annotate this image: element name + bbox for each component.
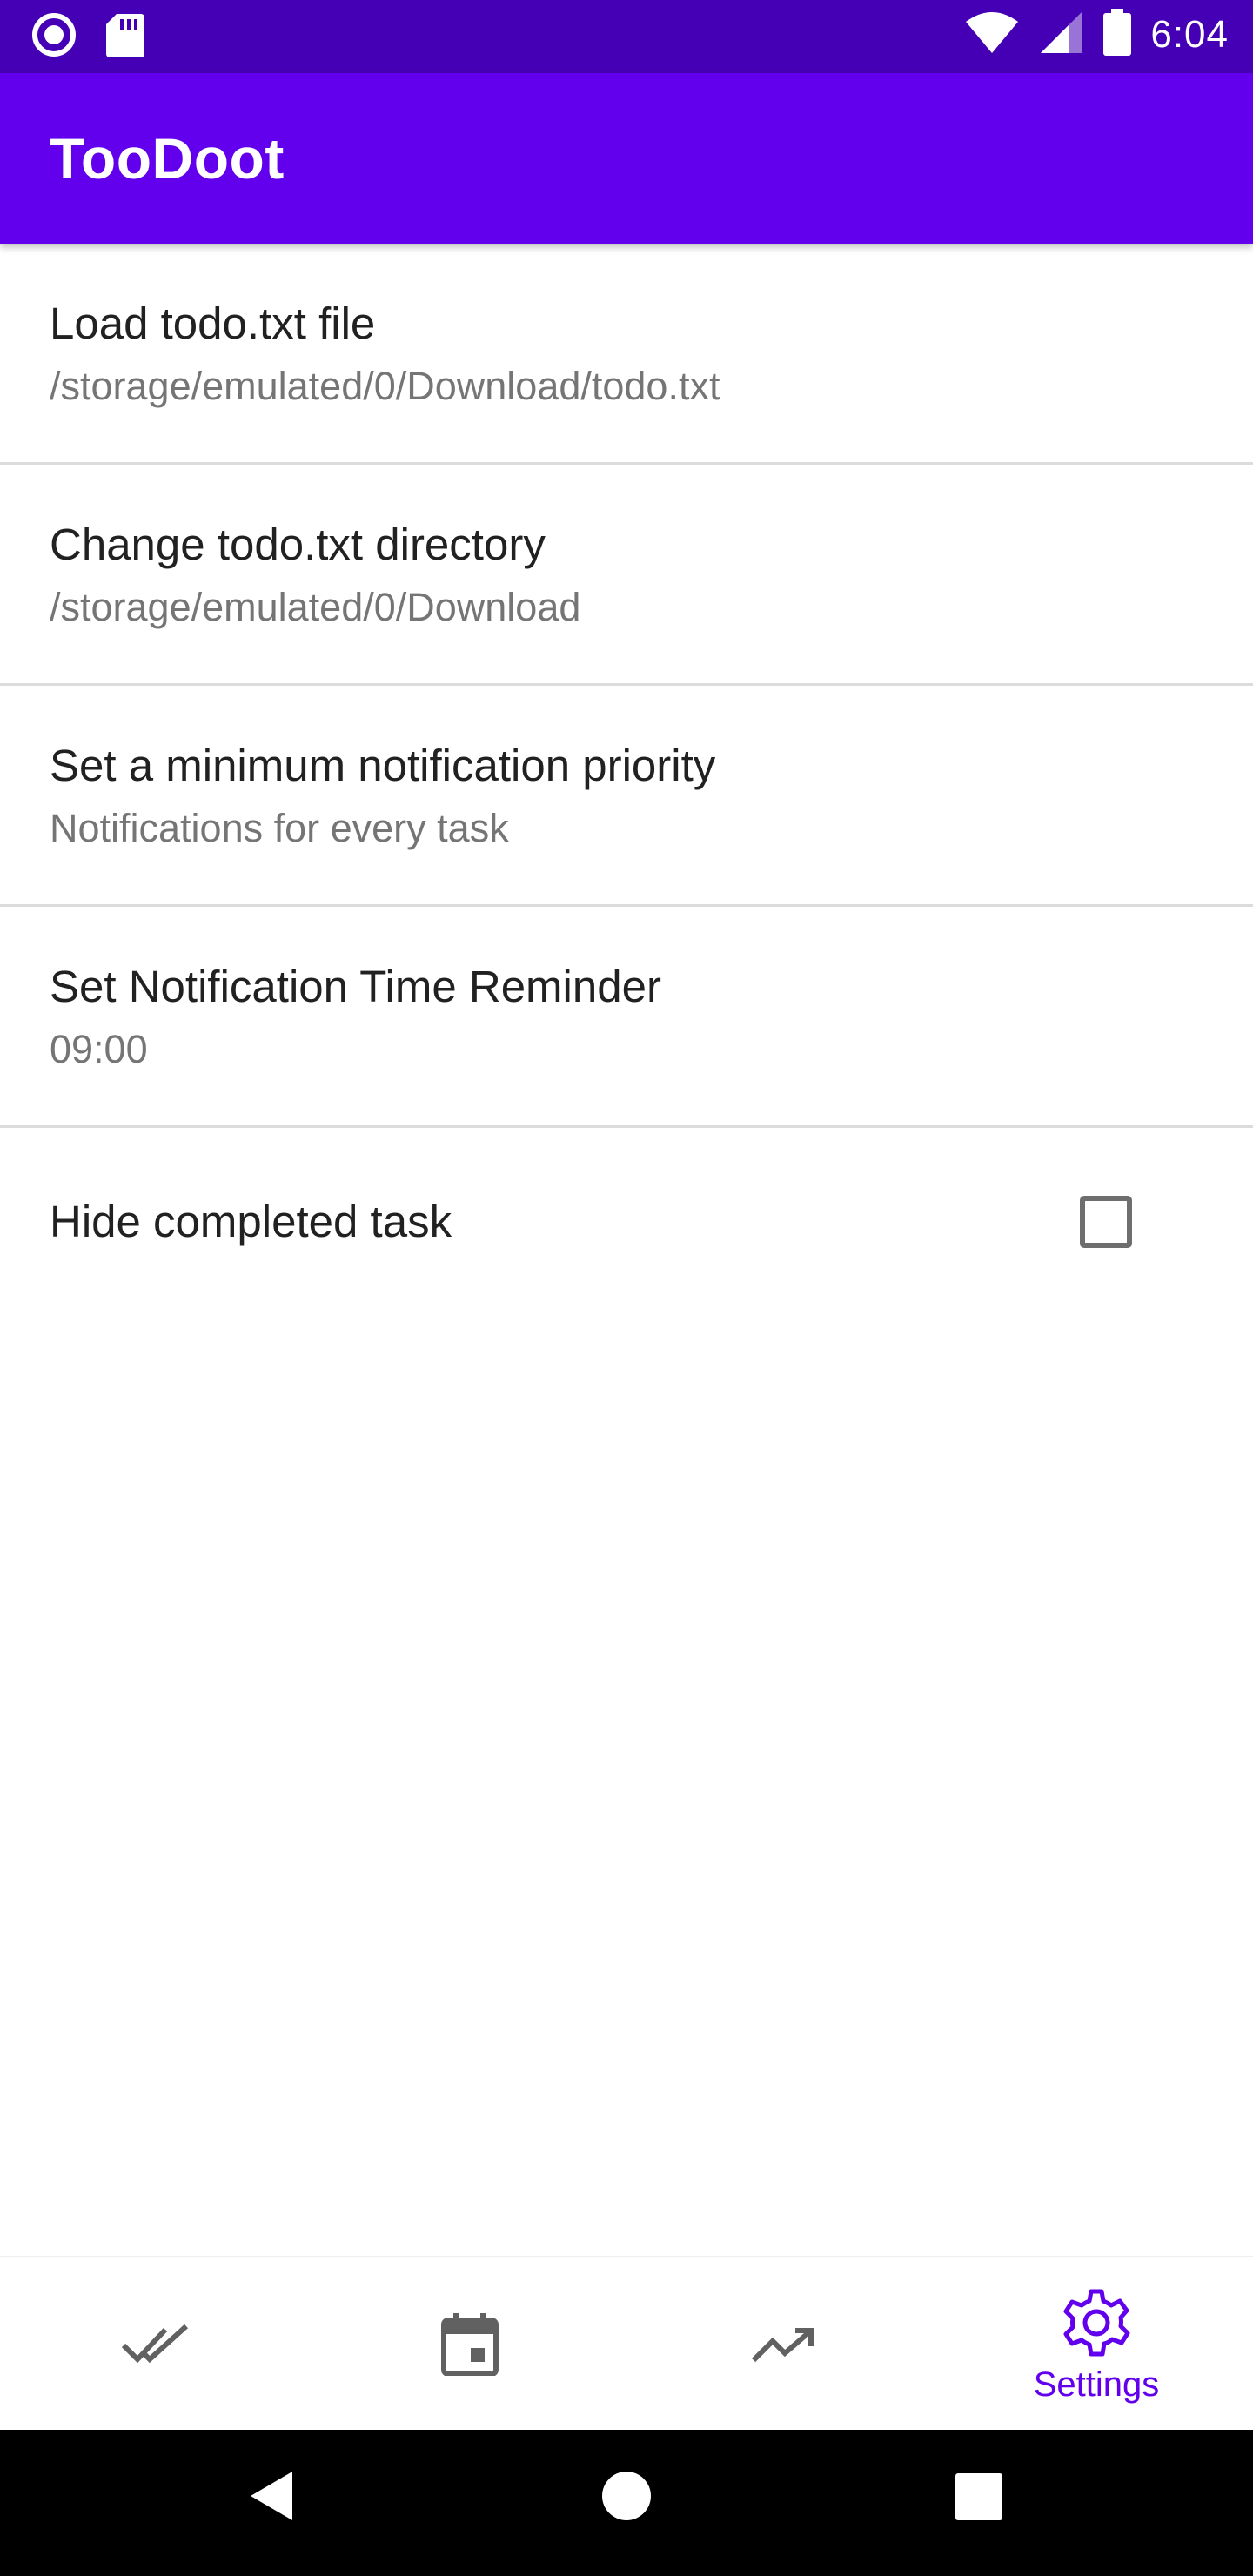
sd-card-icon [106,12,144,62]
wifi-icon [964,10,1020,59]
hide-completed-checkbox[interactable] [1080,1196,1132,1248]
circle-notification-icon [31,12,77,62]
nav-item-settings[interactable]: Settings [940,2257,1253,2432]
pref-title: Load todo.txt file [50,299,376,348]
pref-summary: Notifications for every task [50,806,509,850]
status-time: 6:04 [1150,12,1229,56]
back-icon[interactable] [247,2468,296,2528]
pref-title: Set a minimum notification priority [50,741,716,790]
home-icon[interactable] [600,2470,653,2526]
settings-list: Load todo.txt file /storage/emulated/0/D… [0,244,1253,1293]
nav-item-stats[interactable] [626,2257,940,2432]
nav-item-calendar[interactable] [313,2257,626,2432]
signal-icon [1039,10,1084,59]
pref-title: Hide completed task [50,1197,452,1246]
bottom-navigation: Settings [0,2256,1253,2430]
recents-icon[interactable] [955,2473,1002,2525]
app-title: TooDoot [50,126,285,191]
pref-hide-completed[interactable]: Hide completed task [0,1128,1253,1293]
app-bar: TooDoot [0,73,1253,244]
nav-label-settings: Settings [1033,2365,1160,2404]
trending-up-icon [750,2325,816,2364]
battery-icon [1103,9,1132,60]
pref-load-todo-file[interactable]: Load todo.txt file /storage/emulated/0/D… [0,244,1253,465]
system-navigation-bar [0,2430,1253,2576]
pref-title: Set Notification Time Reminder [50,962,661,1011]
pref-summary: 09:00 [50,1027,148,1071]
done-all-icon [120,2323,193,2366]
nav-item-tasks[interactable] [0,2257,313,2432]
pref-title: Change todo.txt directory [50,520,546,569]
pref-summary: /storage/emulated/0/Download [50,585,581,629]
pref-summary: /storage/emulated/0/Download/todo.txt [50,364,720,408]
pref-notification-time[interactable]: Set Notification Time Reminder 09:00 [0,907,1253,1128]
pref-notification-priority[interactable]: Set a minimum notification priority Noti… [0,686,1253,907]
calendar-icon [441,2313,499,2376]
screen: 6:04 TooDoot Load todo.txt file /storage… [0,0,1253,2576]
settings-icon [1059,2285,1134,2360]
status-bar: 6:04 [0,0,1253,73]
pref-change-directory[interactable]: Change todo.txt directory /storage/emula… [0,465,1253,686]
